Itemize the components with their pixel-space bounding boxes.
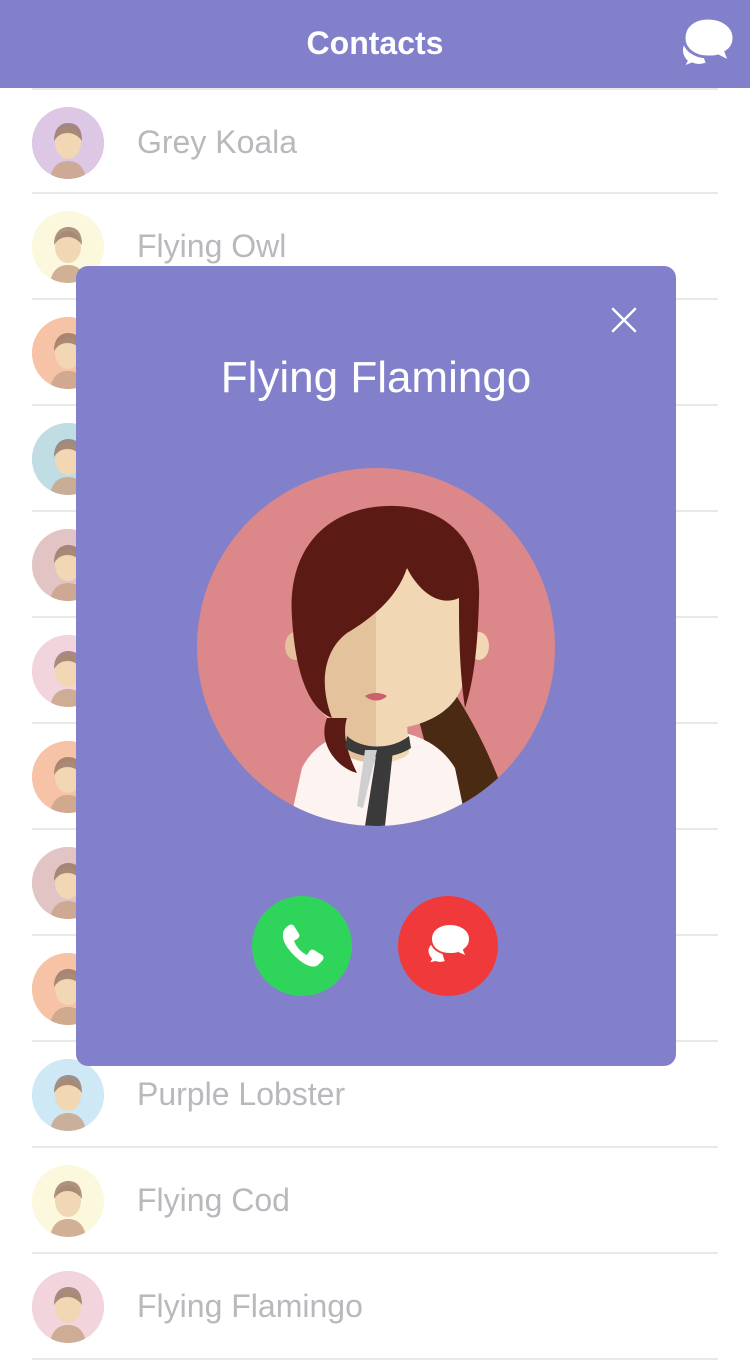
contact-avatar: [32, 107, 104, 179]
chat-bubbles-icon: [425, 922, 472, 966]
contact-avatar: [32, 1059, 104, 1131]
message-button[interactable]: [398, 896, 498, 996]
chat-bubbles-icon[interactable]: [676, 14, 740, 74]
caller-name: Flying Flamingo: [220, 353, 532, 402]
contact-name: Grey Koala: [137, 124, 298, 160]
page-title: Contacts: [306, 25, 444, 61]
accept-call-button[interactable]: [252, 896, 352, 996]
contact-avatar: [32, 1271, 104, 1343]
caller-avatar: [197, 468, 555, 826]
contact-row[interactable]: Grey Koala: [32, 88, 718, 194]
contact-row[interactable]: Flying Cod: [32, 1148, 718, 1254]
close-icon[interactable]: [604, 300, 644, 340]
contact-name: Flying Flamingo: [137, 1288, 363, 1324]
contact-name: Flying Cod: [137, 1182, 290, 1218]
contact-row[interactable]: Flying Flamingo: [32, 1254, 718, 1360]
phone-icon: [282, 924, 324, 967]
app-header: Contacts: [0, 0, 750, 88]
contact-avatar: [32, 1165, 104, 1237]
incoming-call-dialog: Flying Flamingo: [76, 266, 676, 1066]
